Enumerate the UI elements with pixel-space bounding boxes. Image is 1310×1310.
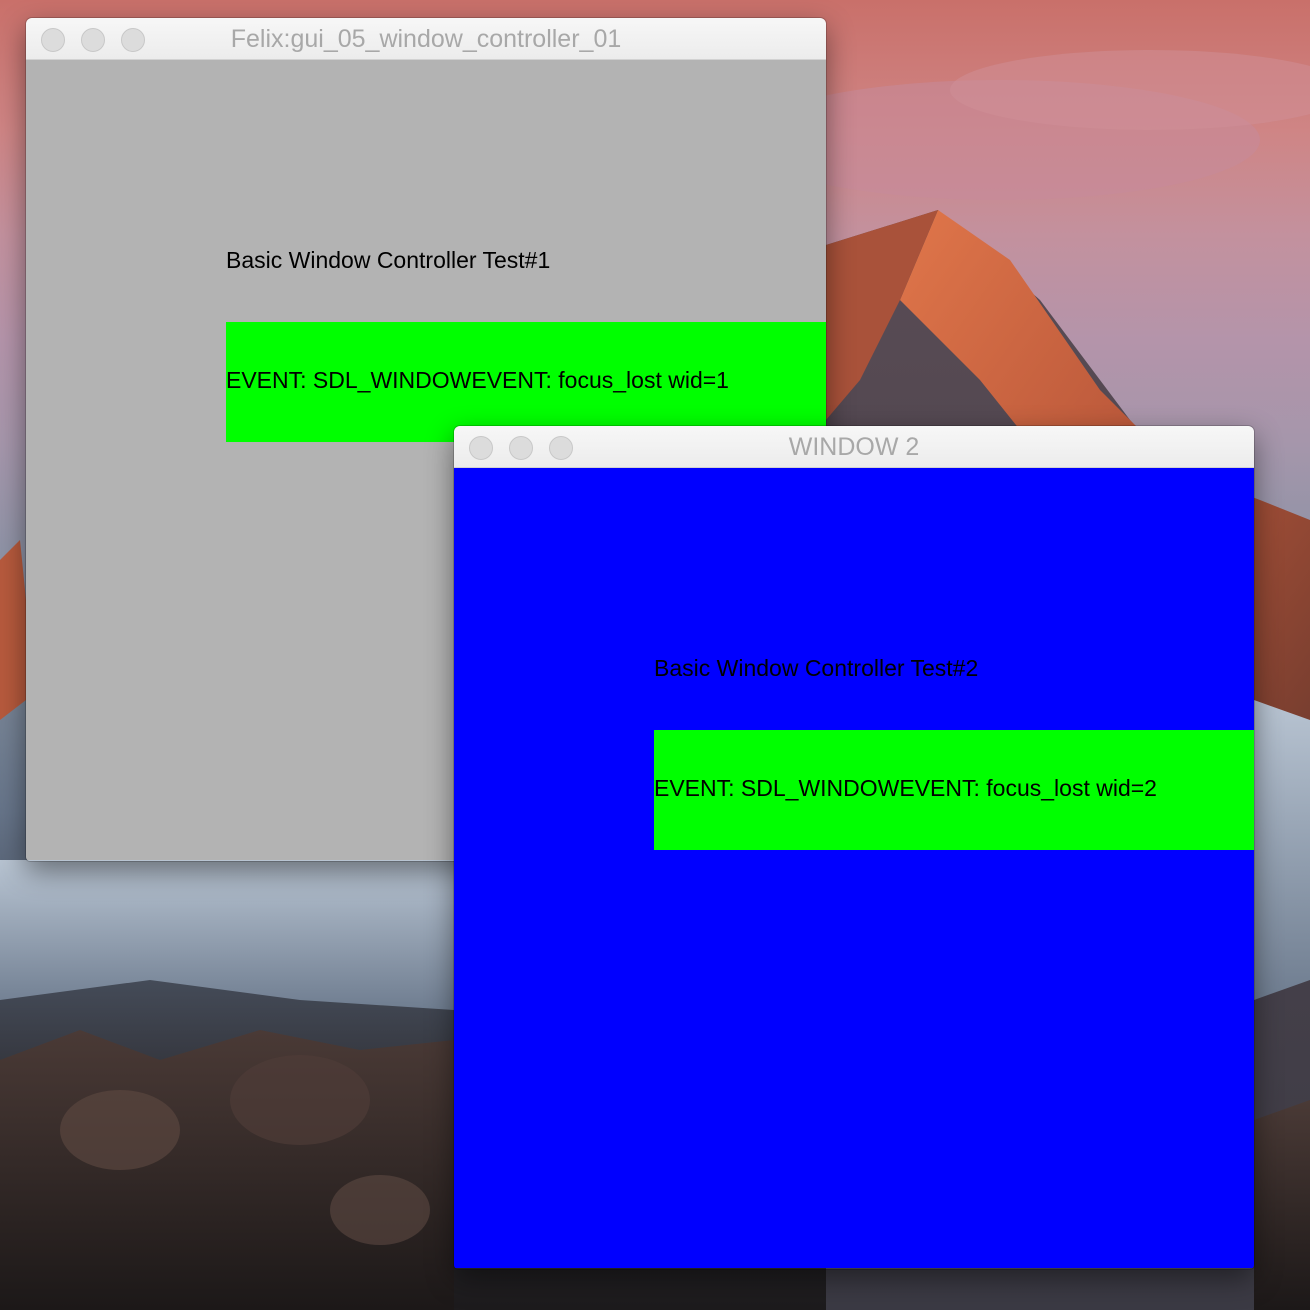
window-1-title: Felix:gui_05_window_controller_01 bbox=[230, 25, 622, 53]
window-1-event-bar: EVENT: SDL_WINDOWEVENT: focus_lost wid=1 bbox=[226, 322, 826, 442]
window-2-titlebar[interactable]: WINDOW 2 bbox=[454, 426, 1254, 468]
window-1-event-text: EVENT: SDL_WINDOWEVENT: focus_lost wid=1 bbox=[226, 367, 729, 393]
window-2-event-bar: EVENT: SDL_WINDOWEVENT: focus_lost wid=2 bbox=[654, 730, 1254, 850]
window-2[interactable]: WINDOW 2 Basic Window Controller Test#2 … bbox=[454, 426, 1254, 1269]
window-1-titlebar[interactable]: Felix:gui_05_window_controller_01 bbox=[26, 18, 826, 60]
window-1-heading: Basic Window Controller Test#1 bbox=[226, 247, 551, 273]
window-2-content[interactable]: Basic Window Controller Test#2 EVENT: SD… bbox=[454, 468, 1254, 1268]
window-2-title: WINDOW 2 bbox=[788, 433, 920, 461]
window-2-heading: Basic Window Controller Test#2 bbox=[654, 655, 979, 681]
window-2-event-text: EVENT: SDL_WINDOWEVENT: focus_lost wid=2 bbox=[654, 775, 1157, 801]
